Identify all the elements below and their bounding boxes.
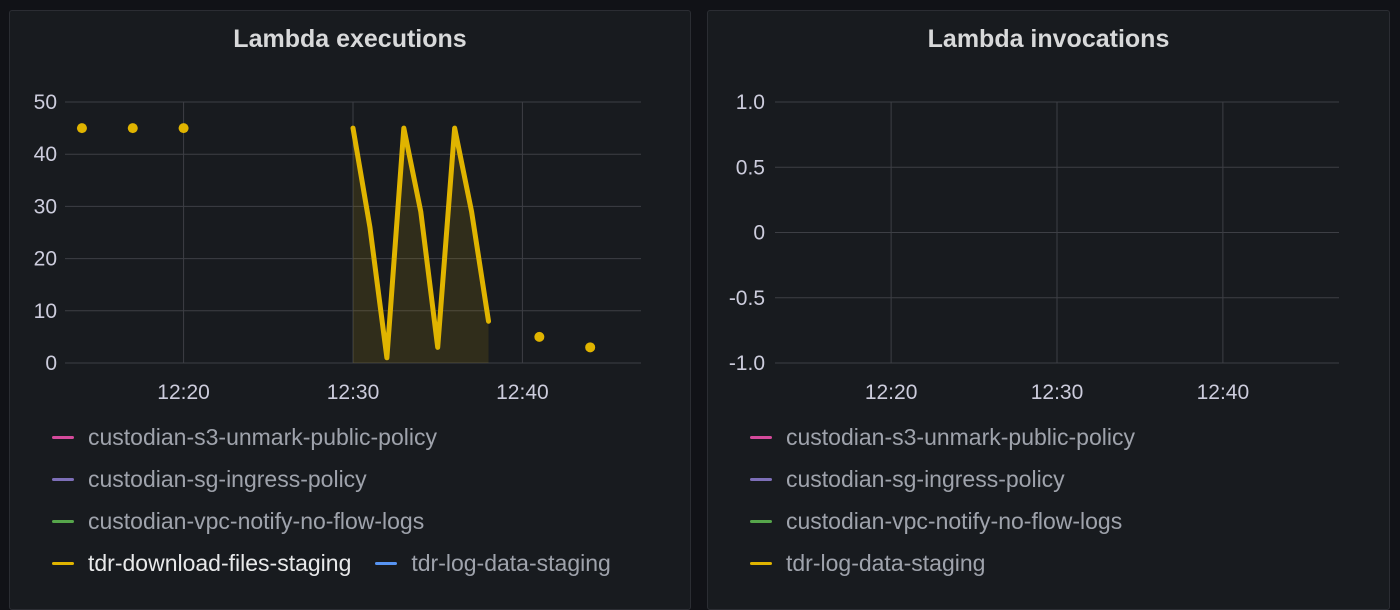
legend-row: tdr-log-data-staging: [750, 548, 985, 578]
data-point: [76, 123, 87, 134]
y-tick-label: 0.5: [736, 156, 765, 179]
legend-label: tdr-log-data-staging: [411, 549, 611, 576]
legend-swatch-icon: [750, 561, 772, 565]
y-tick-label: 1.0: [736, 91, 765, 114]
y-tick-label: 0: [753, 222, 765, 245]
y-tick-label: 50: [34, 91, 57, 114]
legend-label: tdr-log-data-staging: [786, 549, 986, 576]
lambda-executions-panel: Lambda executions 0 10 20 30 40 50 12:20 12:30 1…: [9, 10, 691, 610]
legend-row: custodian-s3-unmark-public-policy: [750, 422, 1135, 452]
y-tick-label: 40: [34, 143, 57, 166]
x-tick-label: 12:20: [157, 381, 210, 404]
legend-label: custodian-vpc-notify-no-flow-logs: [88, 507, 425, 534]
legend-item[interactable]: custodian-sg-ingress-policy: [52, 466, 367, 493]
legend-swatch-icon: [375, 561, 398, 565]
x-tick-label: 12:30: [327, 381, 380, 404]
legend-row: custodian-vpc-notify-no-flow-logs: [750, 506, 1122, 536]
legend-swatch-icon: [750, 519, 772, 523]
legend-label: custodian-sg-ingress-policy: [88, 465, 367, 492]
legend-item[interactable]: tdr-log-data-staging: [375, 549, 611, 577]
legend-label: custodian-vpc-notify-no-flow-logs: [786, 507, 1123, 534]
legend-item[interactable]: custodian-s3-unmark-public-policy: [750, 424, 1135, 451]
legend-label: custodian-sg-ingress-policy: [786, 465, 1065, 492]
legend-swatch-icon: [52, 435, 74, 439]
y-tick-label: 30: [34, 195, 57, 218]
lambda-executions-chart: 0 10 20 30 40 50 12:20 12:30 12:40: [34, 91, 641, 404]
legend-label: custodian-s3-unmark-public-policy: [786, 423, 1135, 450]
y-tick-label: -0.5: [729, 287, 765, 310]
legend-row: custodian-sg-ingress-policy: [750, 464, 1065, 494]
x-tick-label: 12:40: [496, 381, 549, 404]
legend-item[interactable]: custodian-sg-ingress-policy: [750, 466, 1065, 493]
legend-swatch-icon: [52, 519, 74, 523]
data-point: [585, 342, 596, 353]
legend-item[interactable]: custodian-vpc-notify-no-flow-logs: [750, 508, 1122, 535]
data-point: [534, 331, 545, 342]
legend-item[interactable]: tdr-download-files-staging: [52, 550, 351, 577]
legend-swatch-icon: [52, 477, 74, 481]
lambda-invocations-chart: -1.0 -0.5 0 0.5 1.0 12:20 12:30 12:40: [729, 91, 1339, 404]
x-tick-label: 12:30: [1031, 381, 1084, 404]
legend-item[interactable]: tdr-log-data-staging: [750, 550, 985, 577]
y-tick-label: -1.0: [729, 352, 765, 375]
y-tick-label: 10: [34, 300, 57, 323]
legend-row: tdr-download-files-staging tdr-log-data-…: [52, 548, 611, 578]
legend-label: tdr-download-files-staging: [88, 549, 352, 576]
data-point: [178, 123, 189, 134]
legend-swatch-icon: [750, 435, 772, 439]
legend-swatch-icon: [750, 477, 772, 481]
y-tick-label: 0: [45, 352, 57, 375]
lambda-invocations-panel: Lambda invocations -1.0 -0.5 0 0.5 1.0 12:20 1…: [707, 10, 1390, 610]
legend-item[interactable]: custodian-s3-unmark-public-policy: [52, 424, 437, 451]
y-tick-label: 20: [34, 248, 57, 271]
legend-swatch-icon: [52, 561, 74, 565]
x-tick-label: 12:20: [865, 381, 918, 404]
legend-row: custodian-sg-ingress-policy: [52, 464, 367, 494]
legend-label: custodian-s3-unmark-public-policy: [88, 423, 437, 450]
legend-row: custodian-vpc-notify-no-flow-logs: [52, 506, 424, 536]
legend-item[interactable]: custodian-vpc-notify-no-flow-logs: [52, 508, 424, 535]
legend-row: custodian-s3-unmark-public-policy: [52, 422, 437, 452]
x-tick-label: 12:40: [1197, 381, 1250, 404]
data-point: [127, 123, 138, 134]
